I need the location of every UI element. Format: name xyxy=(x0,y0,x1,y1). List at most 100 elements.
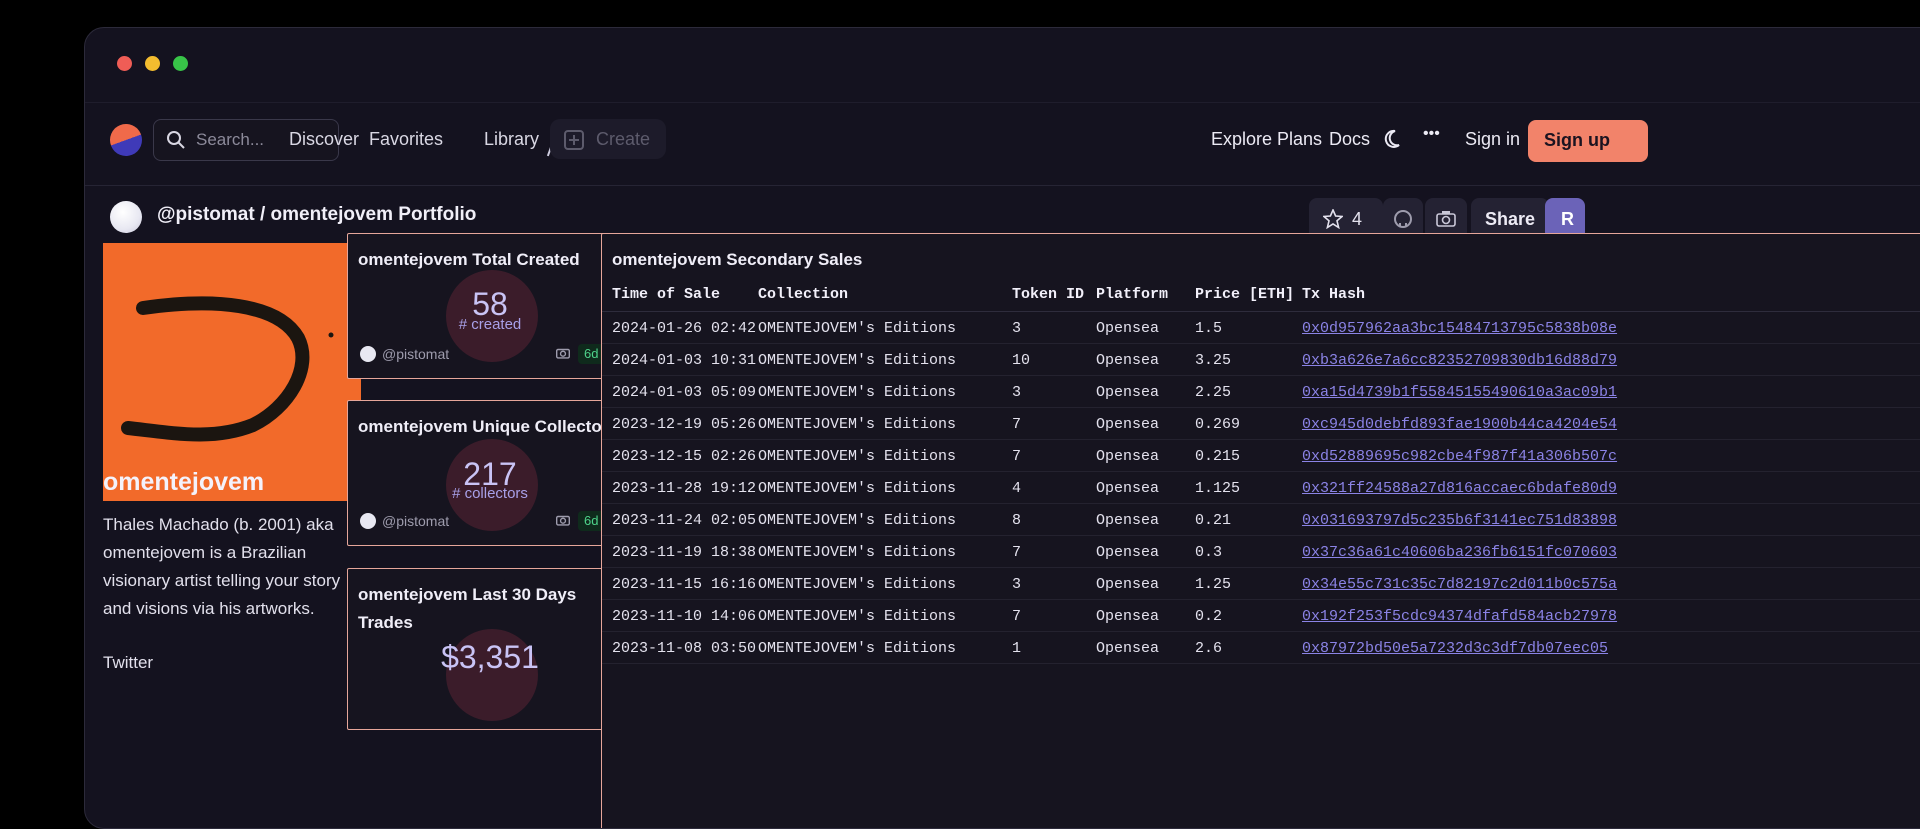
table-cell: 8 xyxy=(1012,512,1022,529)
card-footer: @pistomat 6d xyxy=(360,344,622,364)
table-cell: 2023-12-19 05:26 xyxy=(612,416,757,433)
card-title: omentejovem Unique Collectors xyxy=(358,417,618,436)
tx-hash-link[interactable]: 0xc945d0debfd893fae1900b44ca4204e54 xyxy=(1302,416,1617,433)
table-cell: Opensea xyxy=(1096,640,1160,657)
share-label: Share xyxy=(1485,209,1536,229)
table-row: 2024-01-26 02:42 OMENTEJOVEM's Editions 3 O… xyxy=(602,312,1920,344)
column-header[interactable]: Token ID xyxy=(1012,286,1084,303)
camera-icon xyxy=(1436,211,1456,227)
twitter-link[interactable]: Twitter xyxy=(103,653,153,673)
close-window-button[interactable] xyxy=(117,56,132,71)
owner-avatar[interactable] xyxy=(110,201,142,233)
author-avatar xyxy=(360,346,376,362)
nav-library[interactable]: Library xyxy=(484,129,539,150)
tx-hash-link[interactable]: 0x37c36a61c40606ba236fb6151fc070603 xyxy=(1302,544,1617,561)
tx-hash-link[interactable]: 0xa15d4739b1f55845155490610a3ac09b1 xyxy=(1302,384,1617,401)
camera-icon[interactable] xyxy=(556,346,570,360)
table-cell: Opensea xyxy=(1096,544,1160,561)
dune-logo[interactable] xyxy=(110,124,142,156)
sign-up-button[interactable]: Sign up xyxy=(1528,120,1648,162)
table-cell: Opensea xyxy=(1096,320,1160,337)
table-row: 2023-11-08 03:50 OMENTEJOVEM's Editions 1 O… xyxy=(602,632,1920,664)
total-created-card: omentejovem Total Created 58 # created @… xyxy=(347,233,633,379)
table-cell: 2023-11-15 16:16 xyxy=(612,576,757,593)
sales-table: Time of Sale Collection Token ID Platfor… xyxy=(602,278,1920,664)
table-cell: 2023-11-19 18:38 xyxy=(612,544,757,561)
author-name[interactable]: @pistomat xyxy=(382,513,449,529)
browser-window: Discover Favorites Library Create Explor… xyxy=(84,27,1920,829)
search-icon xyxy=(167,131,185,149)
nav-favorites[interactable]: Favorites xyxy=(369,129,443,150)
table-cell: 0.2 xyxy=(1195,608,1223,625)
table-row: 2023-11-15 16:16 OMENTEJOVEM's Editions 3 O… xyxy=(602,568,1920,600)
camera-icon[interactable] xyxy=(556,513,570,527)
table-row: 2023-11-10 14:06 OMENTEJOVEM's Editions 7 O… xyxy=(602,600,1920,632)
table-cell: 0.3 xyxy=(1195,544,1223,561)
github-icon xyxy=(1394,210,1412,228)
artist-artwork xyxy=(103,243,361,501)
table-cell: 0.215 xyxy=(1195,448,1241,465)
author-name[interactable]: @pistomat xyxy=(382,346,449,362)
table-cell: OMENTEJOVEM's Editions xyxy=(758,480,957,497)
table-cell: OMENTEJOVEM's Editions xyxy=(758,416,957,433)
explore-plans-link[interactable]: Explore Plans xyxy=(1211,129,1322,150)
theme-toggle-icon[interactable] xyxy=(1381,125,1409,153)
age-label: 6d xyxy=(584,513,599,528)
tx-hash-link[interactable]: 0x031693797d5c235b6f3141ec751d83898 xyxy=(1302,512,1617,529)
card-footer: @pistomat 6d xyxy=(360,511,622,531)
table-cell: Opensea xyxy=(1096,352,1160,369)
create-label: Create xyxy=(596,129,651,149)
table-cell: OMENTEJOVEM's Editions xyxy=(758,384,957,401)
tx-hash-link[interactable]: 0xb3a626e7a6cc82352709830db16d88d79 xyxy=(1302,352,1617,369)
artist-bio: Thales Machado (b. 2001) aka omentejovem… xyxy=(103,515,341,618)
column-header[interactable]: Platform xyxy=(1096,286,1168,303)
table-row: 2023-12-19 05:26 OMENTEJOVEM's Editions 7 O… xyxy=(602,408,1920,440)
table-cell: 2023-11-10 14:06 xyxy=(612,608,757,625)
sign-in-link[interactable]: Sign in xyxy=(1465,129,1520,150)
table-cell: OMENTEJOVEM's Editions xyxy=(758,512,957,529)
table-cell: 7 xyxy=(1012,448,1022,465)
table-cell: OMENTEJOVEM's Editions xyxy=(758,448,957,465)
table-cell: 2023-11-08 03:50 xyxy=(612,640,757,657)
table-cell: OMENTEJOVEM's Editions xyxy=(758,544,957,561)
column-header[interactable]: Collection xyxy=(758,286,848,303)
table-cell: Opensea xyxy=(1096,448,1160,465)
table-cell: 3 xyxy=(1012,576,1022,593)
minimize-window-button[interactable] xyxy=(145,56,160,71)
table-cell: 1.125 xyxy=(1195,480,1241,497)
table-cell: 7 xyxy=(1012,416,1022,433)
table-cell: 2023-11-28 19:12 xyxy=(612,480,757,497)
table-cell: 1.25 xyxy=(1195,576,1232,593)
tx-hash-link[interactable]: 0xd52889695c982cbe4f987f41a306b507c xyxy=(1302,448,1617,465)
docs-link[interactable]: Docs xyxy=(1329,129,1370,150)
more-menu-icon[interactable]: ••• xyxy=(1423,125,1440,143)
tx-hash-link[interactable]: 0x321ff24588a27d816accaec6bdafe80d9 xyxy=(1302,480,1617,497)
metric-unit: # created xyxy=(458,316,522,333)
tx-hash-link[interactable]: 0x34e55c731c35c7d82197c2d011b0c575a xyxy=(1302,576,1617,593)
column-header[interactable]: Tx Hash xyxy=(1302,286,1365,303)
table-cell: 7 xyxy=(1012,608,1022,625)
title-bar xyxy=(85,28,1920,103)
table-cell: Opensea xyxy=(1096,512,1160,529)
column-header[interactable]: Price [ETH] xyxy=(1195,286,1294,303)
table-cell: 4 xyxy=(1012,480,1022,497)
column-header[interactable]: Time of Sale xyxy=(612,286,720,303)
table-cell: 3 xyxy=(1012,384,1022,401)
table-cell: 1.5 xyxy=(1195,320,1223,337)
table-cell: OMENTEJOVEM's Editions xyxy=(758,320,957,337)
table-cell: 2024-01-03 10:31 xyxy=(612,352,757,369)
nav-discover[interactable]: Discover xyxy=(289,129,359,150)
metric-value: $3,351 xyxy=(441,639,539,675)
create-button[interactable]: Create xyxy=(550,119,666,159)
table-cell: 10 xyxy=(1012,352,1031,369)
table-cell: 3.25 xyxy=(1195,352,1232,369)
card-title: omentejovem Secondary Sales xyxy=(612,250,863,269)
table-cell: Opensea xyxy=(1096,384,1160,401)
author-avatar xyxy=(360,513,376,529)
artist-name: omentejovem xyxy=(103,468,265,496)
tx-hash-link[interactable]: 0x192f253f5cdc94374dfafd584acb27978 xyxy=(1302,608,1617,625)
tx-hash-link[interactable]: 0x87972bd50e5a7232d3c3df7db07eec05 xyxy=(1302,640,1608,657)
tx-hash-link[interactable]: 0x0d957962aa3bc15484713795c5838b08e xyxy=(1302,320,1617,337)
maximize-window-button[interactable] xyxy=(173,56,188,71)
star-icon xyxy=(1323,209,1343,229)
